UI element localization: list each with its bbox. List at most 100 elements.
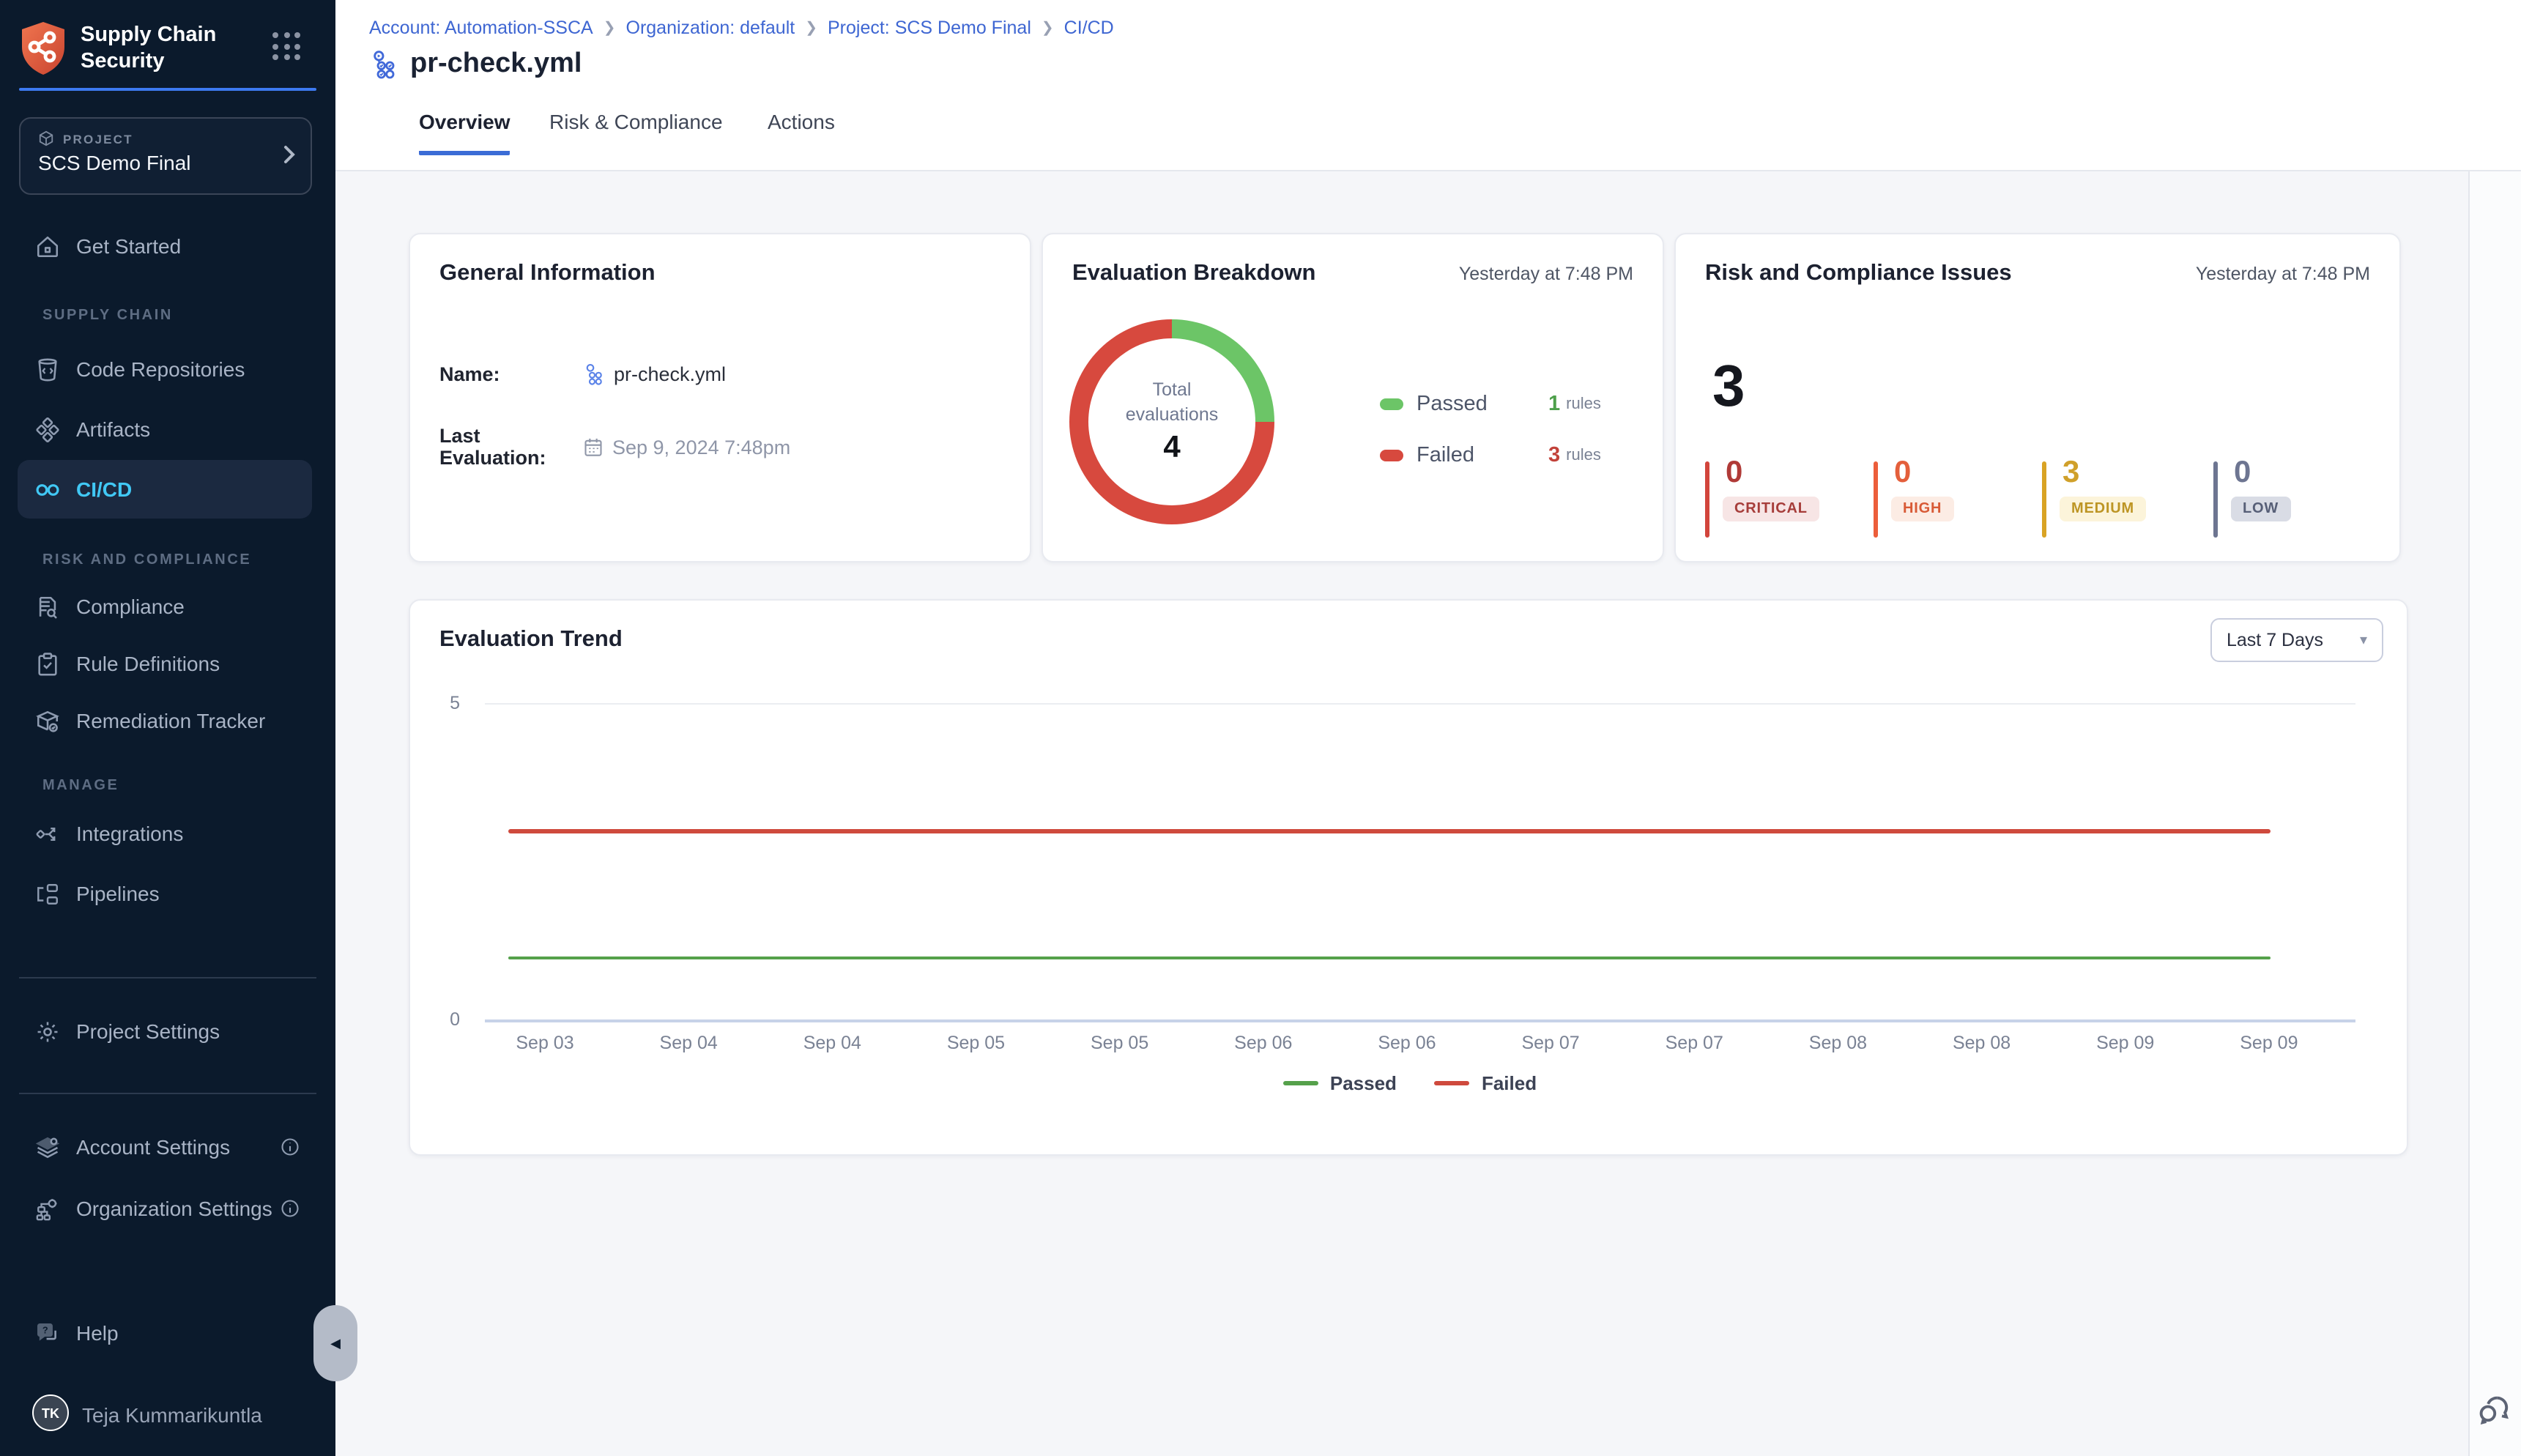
breadcrumb-account-link[interactable]: Account: Automation-SSCA — [369, 18, 593, 38]
sidebar-item-label: CI/CD — [76, 478, 132, 501]
main-area: Account: Automation-SSCA ❯ Organization:… — [335, 0, 2521, 1456]
sidebar-item-account-settings[interactable]: Account Settings — [0, 1125, 335, 1169]
legend-unit: rules — [1566, 395, 1601, 413]
sidebar: Supply Chain Security PROJECT SCS Demo F… — [0, 0, 335, 1456]
sidebar-collapse-handle[interactable]: ◀ — [313, 1305, 357, 1381]
card-title: Evaluation Trend — [439, 627, 623, 653]
sidebar-item-label: Compliance — [76, 595, 185, 618]
sidebar-item-project-settings[interactable]: Project Settings — [0, 1009, 335, 1053]
project-name: SCS Demo Final — [38, 151, 293, 174]
evaluation-trend-card: Evaluation Trend Last 7 Days ▾ 5 0 Sep 0… — [409, 599, 2408, 1156]
chat-bubbles-icon[interactable] — [2476, 1392, 2514, 1430]
info-icon[interactable] — [280, 1198, 300, 1219]
sidebar-item-label: Integrations — [76, 822, 183, 845]
sidebar-item-organization-settings[interactable]: Organization Settings — [0, 1186, 335, 1230]
severity-badge: CRITICAL — [1723, 497, 1819, 521]
legend-unit: rules — [1566, 447, 1601, 464]
sidebar-section-supply-chain: SUPPLY CHAIN — [42, 308, 173, 324]
sidebar-divider — [19, 1093, 316, 1094]
severity-badge: HIGH — [1891, 497, 1953, 521]
legend-item-failed: Failed 3 rules — [1380, 444, 1601, 467]
code-repository-icon — [32, 354, 62, 384]
severity-badge: LOW — [2231, 497, 2290, 521]
x-axis-labels: Sep 03Sep 04Sep 04Sep 05Sep 05Sep 06Sep … — [501, 1033, 2313, 1053]
last-evaluation-row: Last Evaluation: Sep 9, 2024 7:48pm — [439, 425, 790, 469]
chevron-right-icon: ❯ — [805, 20, 817, 36]
sidebar-item-remediation-tracker[interactable]: Remediation Tracker — [0, 699, 335, 743]
chevron-right-icon — [283, 145, 296, 164]
last-evaluation-label: Last Evaluation: — [439, 425, 568, 469]
legend-item-passed: Passed 1 rules — [1380, 393, 1601, 416]
sidebar-item-rule-definitions[interactable]: Rule Definitions — [0, 642, 335, 686]
integrations-icon — [32, 819, 62, 848]
sidebar-item-label: Help — [76, 1321, 119, 1345]
y-tick-max: 5 — [422, 693, 460, 713]
help-chat-icon: ? — [32, 1318, 62, 1348]
passed-swatch-icon — [1380, 398, 1403, 410]
severity-low: 0 LOW — [2213, 461, 2372, 538]
severity-critical: 0 CRITICAL — [1705, 461, 1863, 538]
sidebar-item-label: Organization Settings — [76, 1197, 272, 1220]
severity-count: 0 — [2234, 456, 2251, 491]
failed-swatch-icon — [1380, 450, 1403, 461]
last-evaluation-value: Sep 9, 2024 7:48pm — [612, 436, 790, 458]
breadcrumb-organization-link[interactable]: Organization: default — [626, 18, 795, 38]
sidebar-item-artifacts[interactable]: Artifacts — [0, 407, 335, 451]
app-window: Supply Chain Security PROJECT SCS Demo F… — [0, 0, 2521, 1456]
sidebar-item-label: Rule Definitions — [76, 652, 220, 675]
card-title: Evaluation Breakdown — [1072, 261, 1315, 287]
breadcrumb-project-link[interactable]: Project: SCS Demo Final — [828, 18, 1031, 38]
card-title: General Information — [439, 261, 656, 287]
pipeline-icon — [369, 50, 398, 79]
failed-line-series — [508, 830, 2271, 833]
supply-chain-security-logo-icon — [19, 21, 67, 76]
legend-item-passed[interactable]: Passed — [1283, 1072, 1397, 1094]
project-selector[interactable]: PROJECT SCS Demo Final — [19, 117, 312, 195]
artifacts-icon — [32, 415, 62, 444]
name-label: Name: — [439, 363, 568, 385]
tab-overview[interactable]: Overview — [419, 110, 510, 155]
tab-risk-compliance[interactable]: Risk & Compliance — [549, 110, 723, 151]
chevron-right-icon: ❯ — [1042, 20, 1054, 36]
pipeline-icon — [583, 363, 605, 385]
legend-item-failed[interactable]: Failed — [1435, 1072, 1537, 1094]
sidebar-item-label: Project Settings — [76, 1019, 220, 1043]
sidebar-item-pipelines[interactable]: Pipelines — [0, 872, 335, 915]
donut-center-label: Total evaluations — [1106, 378, 1238, 428]
remediation-box-icon — [32, 706, 62, 735]
date-range-select[interactable]: Last 7 Days ▾ — [2210, 618, 2383, 662]
module-grid-icon[interactable] — [272, 32, 302, 62]
logo-divider — [19, 88, 316, 91]
tab-actions[interactable]: Actions — [768, 110, 835, 151]
sidebar-item-cicd[interactable]: CI/CD — [18, 460, 312, 519]
legend-label: Passed — [1417, 393, 1507, 416]
sidebar-divider — [19, 977, 316, 978]
severity-bar — [2213, 461, 2218, 538]
evaluation-breakdown-card: Evaluation Breakdown Yesterday at 7:48 P… — [1042, 233, 1664, 562]
compliance-document-icon — [32, 592, 62, 621]
logo-row: Supply Chain Security — [19, 21, 316, 79]
donut-center: Total evaluations 4 — [1069, 319, 1274, 524]
breadcrumb-cicd-link[interactable]: CI/CD — [1064, 18, 1114, 38]
timestamp: Yesterday at 7:48 PM — [2196, 264, 2370, 284]
legend-label: Passed — [1330, 1072, 1397, 1094]
name-value: pr-check.yml — [614, 363, 726, 385]
pipelines-icon — [32, 879, 62, 908]
sidebar-item-help[interactable]: ? Help — [0, 1311, 335, 1355]
gridline-top — [485, 703, 2355, 705]
severity-badge: MEDIUM — [2060, 497, 2146, 521]
sidebar-item-code-repositories[interactable]: Code Repositories — [0, 347, 335, 391]
cicd-infinity-icon — [32, 475, 62, 504]
sidebar-item-compliance[interactable]: Compliance — [0, 584, 335, 628]
severity-bar — [1874, 461, 1878, 538]
page-title: pr-check.yml — [410, 48, 582, 81]
content-area: General Information Name: pr-check.yml L… — [335, 171, 2521, 1456]
legend-value: 1 — [1548, 393, 1560, 416]
sidebar-item-integrations[interactable]: Integrations — [0, 811, 335, 855]
page-title-row: pr-check.yml — [369, 48, 582, 81]
info-icon[interactable] — [280, 1137, 300, 1157]
user-avatar[interactable]: TK — [32, 1394, 69, 1431]
user-name[interactable]: Teja Kummarikuntla — [82, 1403, 262, 1427]
sidebar-item-get-started[interactable]: Get Started — [0, 224, 335, 268]
card-title: Risk and Compliance Issues — [1705, 261, 2012, 287]
